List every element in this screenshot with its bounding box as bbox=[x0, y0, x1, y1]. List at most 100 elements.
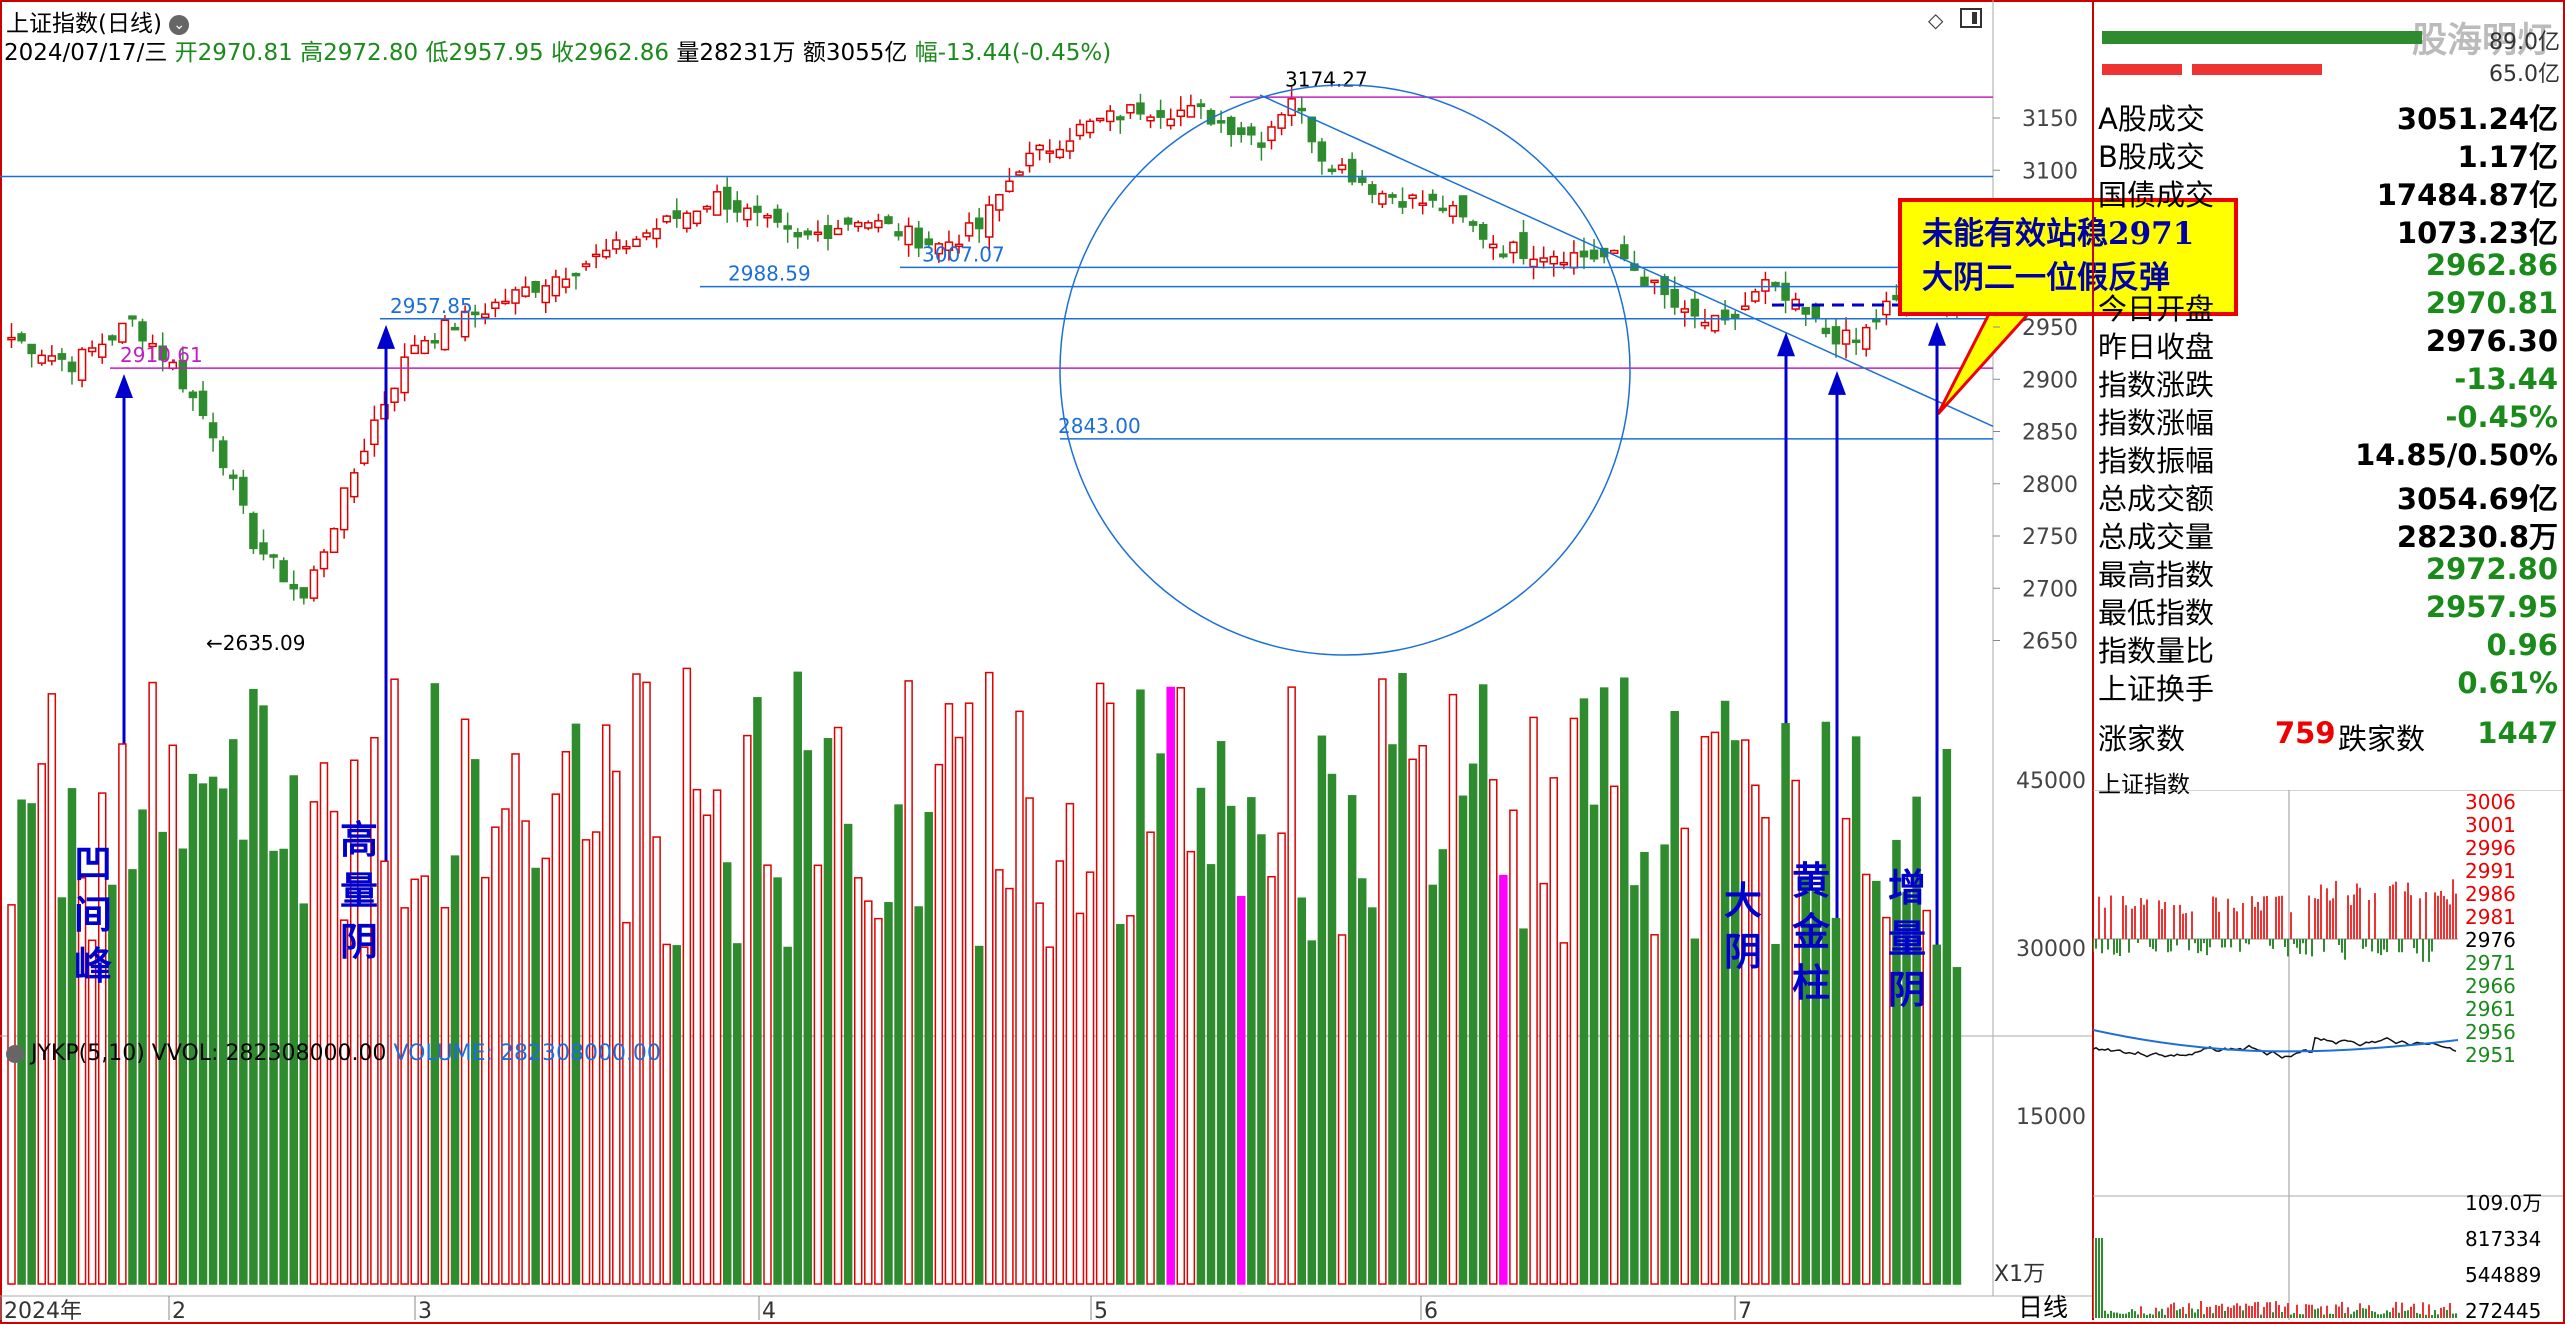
kline-chart[interactable]: 3174.27 3007.07 2988.59 2957.85 2910.61 2843.… bbox=[0, 0, 2095, 1320]
top-value-2: 65.0亿 bbox=[2489, 62, 2560, 87]
candle-85 bbox=[864, 222, 873, 229]
candle-10 bbox=[108, 335, 117, 341]
stat-value-2: 17484.87亿 bbox=[2376, 178, 2558, 212]
candle-8 bbox=[87, 347, 97, 353]
candle-140 bbox=[1418, 202, 1427, 206]
candle-125 bbox=[1267, 126, 1276, 142]
candle-162 bbox=[1640, 276, 1649, 287]
candle-40 bbox=[410, 344, 419, 355]
stat-value-10: 3054.69亿 bbox=[2396, 482, 2558, 516]
candle-19 bbox=[198, 390, 208, 417]
volume-bar-4 bbox=[47, 693, 57, 1285]
candle-65 bbox=[662, 215, 671, 223]
candle-20 bbox=[208, 422, 218, 439]
settings-icon[interactable] bbox=[6, 1045, 24, 1063]
volume-bar-8 bbox=[87, 939, 97, 1285]
arrow-head-4 bbox=[1928, 321, 1946, 346]
candle-173 bbox=[1751, 291, 1760, 302]
candle-86 bbox=[874, 220, 883, 229]
period-tab[interactable]: 日线 bbox=[2018, 1288, 2068, 1324]
mini-tick-8: 2966 bbox=[2465, 974, 2516, 998]
mini-tick-11: 2951 bbox=[2465, 1043, 2516, 1067]
stat-value-8: -0.45% bbox=[2445, 400, 2558, 434]
volume-bar-99 bbox=[1005, 887, 1014, 1285]
stat-value-15: 0.61% bbox=[2457, 666, 2558, 700]
mini-tick-7: 2971 bbox=[2465, 951, 2516, 975]
volume-bar-71 bbox=[722, 862, 732, 1285]
candle-100 bbox=[1015, 171, 1024, 176]
candle-64 bbox=[652, 228, 661, 240]
candle-88 bbox=[894, 231, 903, 237]
volume-bar-12 bbox=[128, 869, 137, 1285]
candle-56 bbox=[571, 272, 581, 277]
mini-tick-0: 3006 bbox=[2465, 790, 2516, 814]
y-tick-6: 2850 bbox=[2022, 421, 2078, 446]
stat-value-1: 1.17亿 bbox=[2457, 140, 2558, 174]
y-tick-9: 2700 bbox=[2022, 577, 2078, 602]
volume-bar-154 bbox=[1559, 942, 1569, 1285]
stat-value-7: -13.44 bbox=[2454, 362, 2558, 396]
stat-row-14: 指数量比 0.96 bbox=[2098, 628, 2558, 668]
candle-129 bbox=[1307, 116, 1317, 143]
candle-12 bbox=[128, 315, 137, 320]
volume-bar-89 bbox=[904, 680, 913, 1285]
volume-bar-193 bbox=[1952, 967, 1962, 1285]
candle-0 bbox=[7, 336, 16, 341]
candle-126 bbox=[1277, 113, 1286, 129]
arrow-head-3 bbox=[1828, 370, 1846, 395]
trendline bbox=[1259, 94, 1994, 427]
volume-bar-121 bbox=[1226, 805, 1236, 1285]
volume-bar-42 bbox=[430, 683, 440, 1285]
volume-bar-88 bbox=[894, 804, 903, 1285]
candle-145 bbox=[1468, 221, 1478, 226]
volume-bar-87 bbox=[884, 902, 893, 1285]
volume-bar-128 bbox=[1297, 897, 1306, 1285]
volume-bar-139 bbox=[1408, 758, 1417, 1285]
stat-label-11: 总成交量 bbox=[2098, 520, 2215, 554]
volume-bar-140 bbox=[1418, 744, 1427, 1285]
x-label-3: 4 bbox=[762, 1299, 776, 1320]
price-mark-5: 2843.00 bbox=[1058, 414, 1141, 438]
volume-bar-50 bbox=[511, 753, 520, 1285]
mini-tick-10: 2956 bbox=[2465, 1020, 2516, 1044]
candle-4 bbox=[47, 355, 57, 362]
candle-66 bbox=[672, 210, 682, 219]
volume-bar-152 bbox=[1539, 882, 1548, 1285]
volume-bar-106 bbox=[1075, 912, 1085, 1285]
candle-32 bbox=[329, 528, 339, 553]
vol-indicator[interactable]: JYKP(5,10) bbox=[31, 1041, 145, 1066]
stat-row-4: 2962.86 bbox=[2098, 248, 2558, 286]
volume-bar-33 bbox=[339, 919, 349, 1285]
candle-60 bbox=[612, 239, 621, 250]
candle-142 bbox=[1438, 207, 1448, 212]
candle-35 bbox=[360, 450, 369, 464]
candle-184 bbox=[1861, 326, 1871, 350]
candle-53 bbox=[541, 285, 550, 304]
candle-120 bbox=[1216, 120, 1226, 124]
intraday-mini-chart[interactable]: 3006300129962991298629812976297129662961… bbox=[2093, 790, 2563, 1320]
candle-130 bbox=[1317, 141, 1327, 162]
candle-179 bbox=[1811, 304, 1821, 319]
volume-bar-107 bbox=[1085, 871, 1095, 1285]
candle-159 bbox=[1609, 249, 1619, 255]
annotation-4: 增 量 阴 bbox=[1887, 865, 1926, 1012]
candle-163 bbox=[1650, 279, 1659, 284]
volume-bar-5 bbox=[57, 897, 67, 1285]
volume-bar-130 bbox=[1317, 735, 1327, 1285]
candle-122 bbox=[1237, 127, 1246, 136]
stat-value-4: 2962.86 bbox=[2425, 248, 2558, 282]
candle-22 bbox=[229, 474, 238, 479]
candle-44 bbox=[450, 326, 460, 331]
vvol-value: VVOL: 282308000.00 bbox=[151, 1041, 387, 1066]
sell-bar-a bbox=[2102, 64, 2182, 75]
stat-row-9: 指数振幅 14.85/0.50% bbox=[2098, 438, 2558, 478]
volume-bar-43 bbox=[440, 906, 450, 1285]
mini-tick-5: 2981 bbox=[2465, 905, 2516, 929]
volume-bar-148 bbox=[1499, 874, 1508, 1285]
volume-bar-119 bbox=[1206, 864, 1216, 1285]
candle-61 bbox=[622, 245, 631, 250]
candle-25 bbox=[259, 542, 268, 555]
candle-52 bbox=[531, 280, 540, 293]
candle-155 bbox=[1569, 252, 1579, 269]
x-label-4: 5 bbox=[1094, 1299, 1108, 1320]
